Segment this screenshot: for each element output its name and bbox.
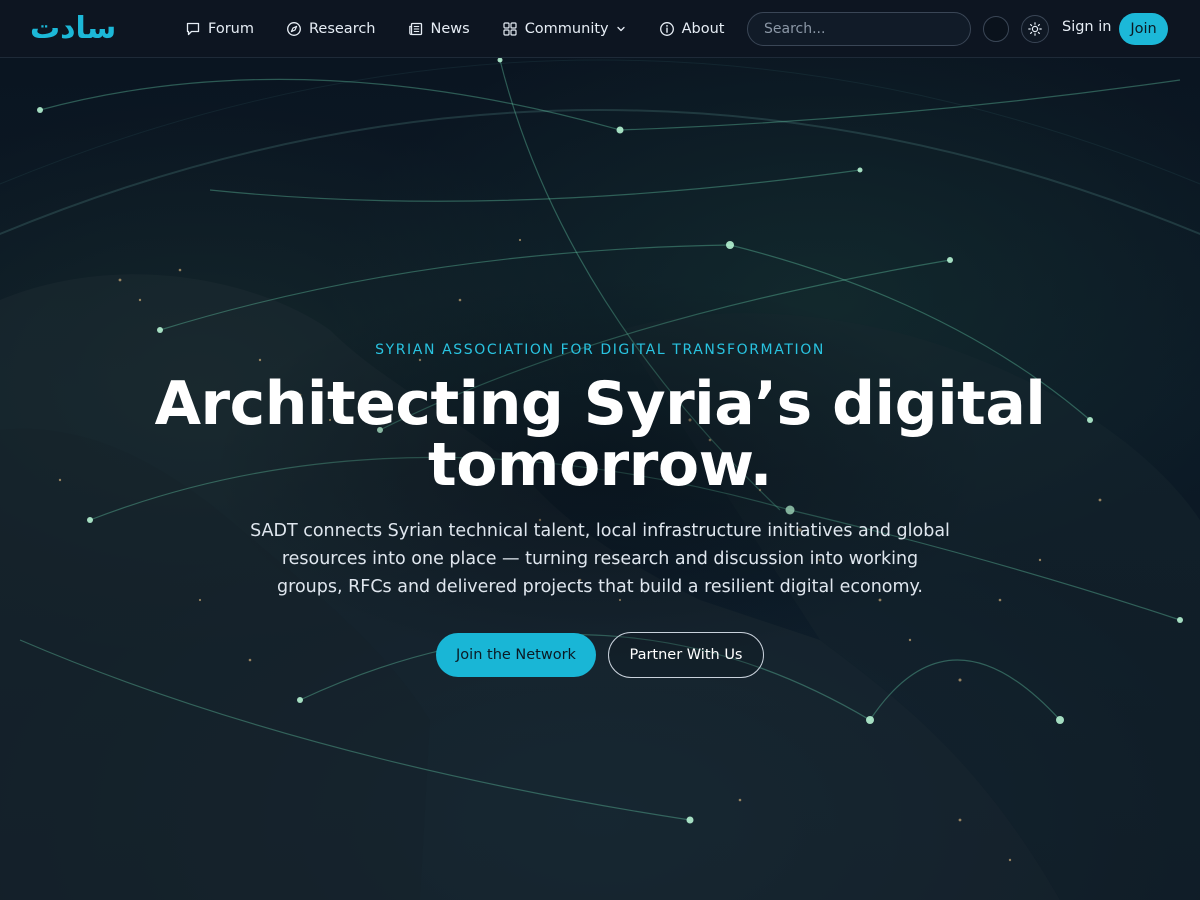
nav-item-community[interactable]: Community — [502, 21, 627, 37]
main-nav: Forum Research News Community About — [185, 0, 756, 58]
nav-item-about[interactable]: About — [659, 21, 725, 37]
status-toggle-button[interactable] — [983, 16, 1009, 42]
join-button[interactable]: Join — [1119, 13, 1168, 45]
hero-headline: Architecting Syria’s digital tomorrow. — [154, 369, 1046, 500]
compass-icon — [287, 22, 301, 36]
newspaper-icon — [408, 22, 422, 36]
hero-section: SYRIAN ASSOCIATION FOR DIGITAL TRANSFORM… — [0, 58, 1200, 900]
theme-toggle-button[interactable] — [1021, 15, 1049, 43]
hero-description: SADT connects Syrian technical talent, l… — [250, 521, 950, 597]
site-header: سادت Forum Research News Community About… — [0, 0, 1200, 58]
sun-icon — [1028, 22, 1042, 36]
chevron-down-icon — [616, 26, 625, 32]
info-icon — [659, 22, 674, 36]
chat-bubble-icon — [186, 22, 200, 36]
join-network-button[interactable]: Join the Network — [436, 633, 596, 677]
sign-in-link[interactable]: Sign in — [1062, 19, 1111, 35]
search-input[interactable] — [747, 12, 971, 46]
partner-with-us-button[interactable]: Partner With Us — [608, 632, 764, 678]
grid-icon — [503, 22, 517, 36]
logo-wordmark: سادت — [30, 11, 117, 46]
nav-label-about: About — [681, 21, 725, 37]
nav-label-news: News — [430, 21, 470, 37]
nav-label-forum: Forum — [208, 21, 254, 37]
nav-item-forum[interactable]: Forum — [185, 21, 254, 37]
nav-item-news[interactable]: News — [408, 21, 470, 37]
nav-label-community: Community — [524, 21, 609, 37]
nav-item-research[interactable]: Research — [286, 21, 376, 37]
site-logo[interactable]: سادت — [30, 10, 138, 48]
hero-eyebrow: SYRIAN ASSOCIATION FOR DIGITAL TRANSFORM… — [375, 342, 825, 358]
nav-label-research: Research — [308, 21, 376, 37]
